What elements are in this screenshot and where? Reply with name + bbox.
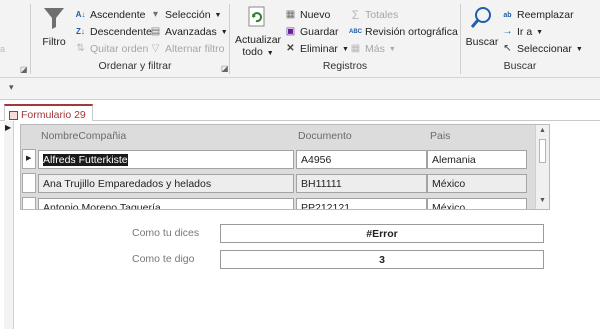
refresh-all-label-1: Actualizar xyxy=(234,34,282,46)
find-button[interactable]: Buscar xyxy=(466,4,498,56)
field1-label: Como tu dices xyxy=(132,227,200,239)
save-button[interactable]: ▣ Guardar xyxy=(284,24,339,40)
table-cell[interactable]: Alemania xyxy=(427,150,527,169)
table-cell[interactable]: Alfreds Futterkiste xyxy=(38,150,294,169)
row-selector[interactable]: ▶ xyxy=(22,149,36,169)
spelling-button[interactable]: ABC Revisión ortográfica xyxy=(349,24,458,40)
chevron-down-icon: ▼ xyxy=(575,45,583,53)
new-record-icon: ▦ xyxy=(285,9,296,20)
delete-dropdown[interactable]: ✕ Eliminar ▼ xyxy=(284,41,349,57)
advanced-filter-icon: ▤ xyxy=(150,26,161,37)
find-label: Buscar xyxy=(465,36,499,48)
scroll-thumb[interactable] xyxy=(539,139,546,163)
field2-label: Como te digo xyxy=(132,253,195,265)
subform-datasheet[interactable]: NombreCompañia Documento Pais ▶ Alfreds … xyxy=(20,124,550,210)
field2-textbox[interactable]: 3 xyxy=(220,250,544,269)
sort-descending-button[interactable]: Z↓ Descendente xyxy=(74,24,152,40)
clipboard-group-label: a xyxy=(0,44,6,54)
row-selector[interactable] xyxy=(22,197,36,209)
table-cell[interactable]: Antonio Moreno Taquería xyxy=(38,198,294,209)
chevron-down-icon: ▼ xyxy=(214,11,222,19)
current-record-arrow-icon: ▶ xyxy=(5,123,12,132)
chevron-down-icon: ▼ xyxy=(536,28,544,36)
customize-dropdown-icon[interactable]: ▾ xyxy=(9,82,14,93)
selection-filter-icon: ▾ xyxy=(152,9,159,20)
table-cell[interactable]: México xyxy=(427,174,527,193)
scroll-down-icon[interactable]: ▼ xyxy=(539,197,546,204)
field1-textbox[interactable]: #Error xyxy=(220,224,544,243)
sort-ascending-button[interactable]: A↓ Ascendente xyxy=(74,7,146,23)
delete-icon: ✕ xyxy=(286,43,295,54)
row-selector[interactable] xyxy=(22,173,36,193)
dialog-launcher-icon[interactable]: ◪ xyxy=(20,65,28,74)
new-record-button[interactable]: ▦ Nuevo xyxy=(284,7,331,23)
records-group-label: Registros xyxy=(322,60,368,72)
refresh-all-button[interactable]: Actualizar todo ▼ xyxy=(234,4,282,60)
record-selector-bar[interactable]: ▶ xyxy=(4,121,14,329)
column-header-documento: Documento xyxy=(298,130,352,142)
goto-arrow-icon: → xyxy=(502,26,513,37)
find-group-label: Buscar xyxy=(503,60,537,72)
table-cell[interactable]: Ana Trujillo Emparedados y helados xyxy=(38,174,294,193)
selection-dropdown[interactable]: ▾ Selección ▼ xyxy=(149,7,221,23)
table-cell[interactable]: BH11111 xyxy=(296,174,427,193)
filter-button[interactable]: Filtro xyxy=(38,4,70,56)
tab-label: Formulario 29 xyxy=(21,109,86,121)
table-cell[interactable]: PP212121 xyxy=(296,198,427,209)
column-header-nombre: NombreCompañia xyxy=(41,130,127,142)
field1-value: #Error xyxy=(366,228,398,240)
ribbon: a ◪ Filtro A↓ Ascendente Z↓ Descendente … xyxy=(0,0,600,78)
vertical-scrollbar[interactable]: ▲ ▼ xyxy=(535,125,549,209)
tab-formulario[interactable]: Formulario 29 xyxy=(4,104,93,122)
chevron-down-icon: ▼ xyxy=(341,45,349,53)
spelling-icon: ABC xyxy=(349,29,362,35)
sort-descending-icon: Z↓ xyxy=(76,27,85,36)
toggle-filter-icon: ▽ xyxy=(151,43,160,54)
table-cell[interactable]: México xyxy=(427,198,527,209)
column-header-pais: Pais xyxy=(430,130,451,142)
remove-sort-icon: ⇅ xyxy=(76,43,85,54)
totals-button[interactable]: Σ Totales xyxy=(349,7,399,23)
more-icon: ▦ xyxy=(350,43,361,54)
funnel-icon xyxy=(44,8,64,29)
scroll-up-icon[interactable]: ▲ xyxy=(539,127,546,134)
save-icon: ▣ xyxy=(285,26,296,37)
refresh-all-label-2: todo xyxy=(242,46,263,58)
filter-label: Filtro xyxy=(42,36,66,48)
filter-group-label: Ordenar y filtrar xyxy=(98,60,172,72)
chevron-down-icon: ▼ xyxy=(220,28,228,36)
replace-button[interactable]: ab Reemplazar xyxy=(501,7,573,23)
remove-sort-button[interactable]: ⇅ Quitar orden xyxy=(74,41,148,57)
refresh-icon xyxy=(248,6,265,27)
toggle-filter-button[interactable]: ▽ Alternar filtro xyxy=(149,41,225,57)
field2-value: 3 xyxy=(379,254,385,266)
select-dropdown[interactable]: ↖ Seleccionar ▼ xyxy=(501,41,583,57)
replace-icon: ab xyxy=(503,11,512,19)
goto-dropdown[interactable]: → Ir a ▼ xyxy=(501,24,544,40)
table-cell[interactable]: A4956 xyxy=(296,150,427,169)
advanced-dropdown[interactable]: ▤ Avanzadas ▼ xyxy=(149,24,228,40)
more-dropdown[interactable]: ▦ Más ▼ xyxy=(349,41,396,57)
dialog-launcher-icon[interactable]: ◪ xyxy=(221,64,229,73)
sigma-icon: Σ xyxy=(351,8,360,22)
quick-access-bar: ▾ xyxy=(0,78,600,100)
chevron-down-icon: ▼ xyxy=(266,50,274,57)
magnifier-icon xyxy=(471,7,491,28)
current-row-arrow-icon: ▶ xyxy=(26,155,32,162)
sort-ascending-icon: A↓ xyxy=(75,10,86,19)
chevron-down-icon: ▼ xyxy=(388,45,396,53)
form-icon xyxy=(9,110,18,120)
cursor-icon: ↖ xyxy=(503,43,512,54)
